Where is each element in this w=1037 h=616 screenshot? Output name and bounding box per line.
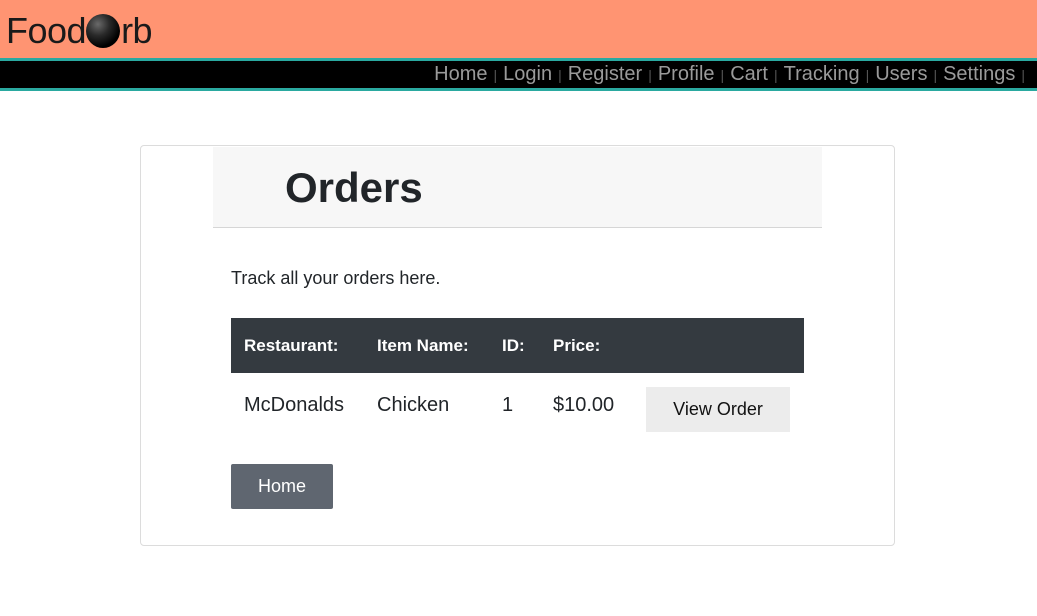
cell-price: $10.00 [553,393,615,416]
logo-prefix: Food [6,10,87,51]
nav-separator: | [933,66,938,83]
nav-cart[interactable]: Cart [730,63,768,86]
table-header-row: Restaurant: Item Name: ID: Price: [231,318,804,373]
nav-menu: Home | Login | Register | Profile | Cart | Tr… [434,61,1031,88]
accent-divider-bottom [0,88,1037,91]
nav-register[interactable]: Register [568,63,642,86]
page-title: Orders [285,164,423,211]
cell-action: View Order [633,373,804,437]
cell-item-name: Chicken [377,393,450,416]
view-order-button[interactable]: View Order [646,386,790,432]
column-header-action [633,318,804,373]
nav-separator: | [1021,66,1025,83]
nav-home[interactable]: Home [434,63,487,86]
cell-id: 1 [502,393,514,416]
nav-separator: | [648,66,652,83]
nav-settings[interactable]: Settings [943,63,1015,86]
nav-separator: | [773,66,778,83]
black-orb-icon [86,14,121,48]
column-header-restaurant: Restaurant: [244,335,339,355]
nav-bar: Home | Login | Register | Profile | Cart | Tr… [0,61,1037,88]
logo[interactable]: Food rb [6,10,153,52]
nav-users[interactable]: Users [875,63,927,86]
orders-card: Orders Track all your orders here. Resta… [140,145,895,546]
nav-login[interactable]: Login [503,63,552,86]
page-description: Track all your orders here. [231,268,441,288]
orders-table: Restaurant: Item Name: ID: Price: McDona… [231,318,804,437]
table-row: McDonalds Chicken 1 $10.00 View Order [231,373,804,437]
nav-separator: | [720,66,725,83]
column-header-item-name: Item Name: [377,335,469,355]
cell-restaurant: McDonalds [244,393,345,416]
column-header-id: ID: [502,335,525,355]
logo-suffix: rb [121,10,153,51]
nav-separator: | [865,66,870,83]
card-header: Orders [213,147,822,228]
header-bar: Food rb [0,0,1037,58]
nav-separator: | [493,66,498,83]
home-button[interactable]: Home [231,464,333,509]
nav-separator: | [558,66,562,83]
column-header-price: Price: [553,335,601,355]
nav-profile[interactable]: Profile [658,63,715,86]
nav-tracking[interactable]: Tracking [784,63,860,86]
